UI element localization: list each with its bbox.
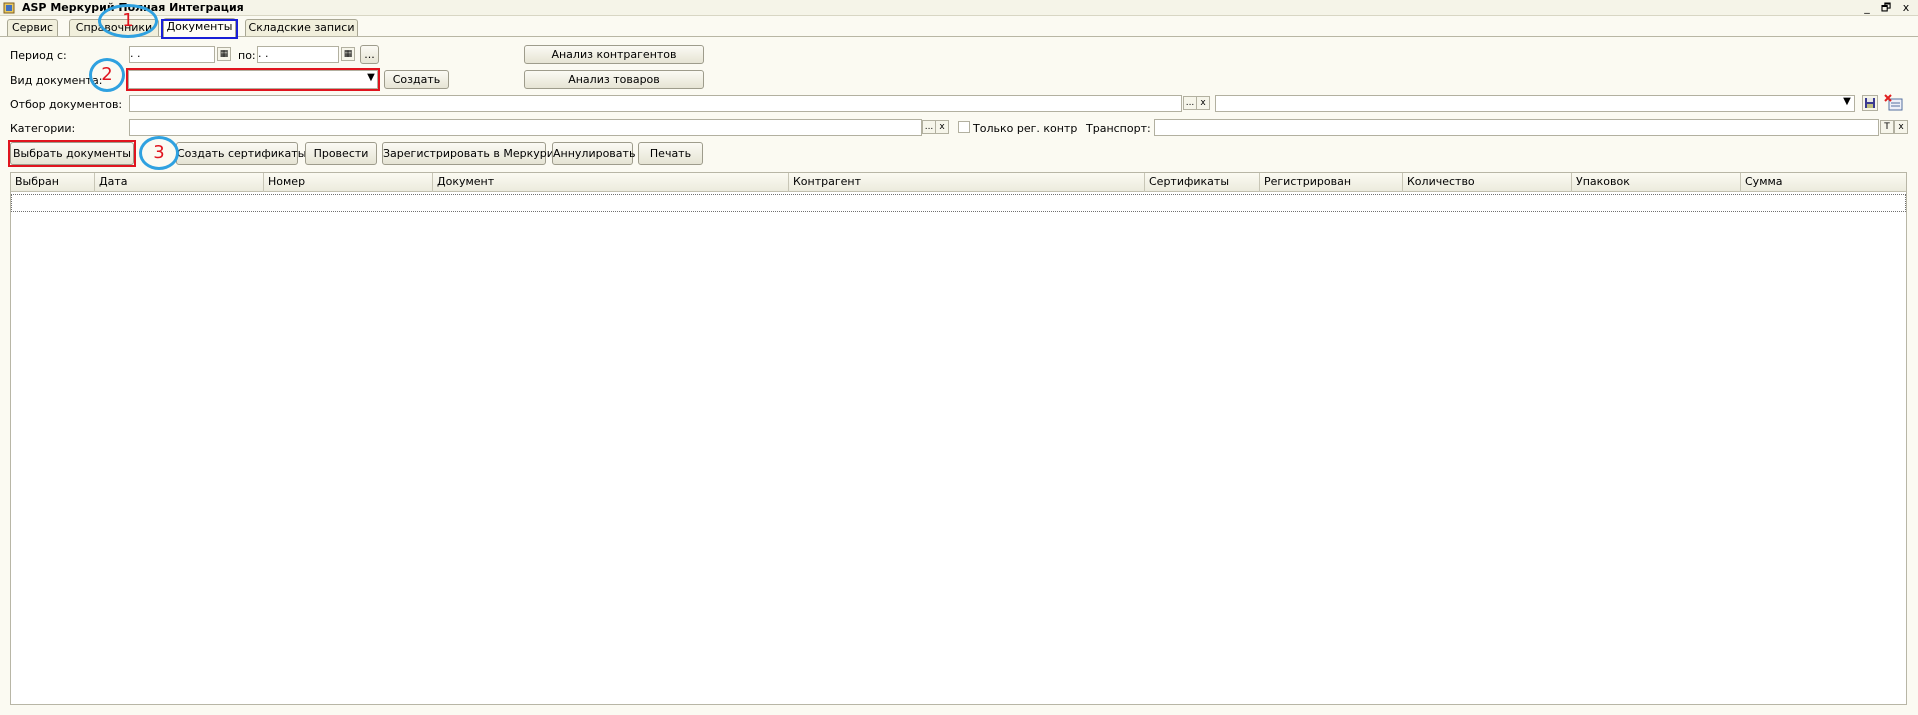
ellipsis-button[interactable]: ... <box>1183 96 1197 110</box>
column-header[interactable]: Контрагент <box>789 173 1145 192</box>
annotation-marker-3: 3 <box>139 136 179 170</box>
title-bar: ASP Меркурий Полная Интеграция _ 🗗 x <box>0 0 1918 16</box>
period-from-label: Период с: <box>10 49 67 62</box>
annotation-marker-1: 1 <box>98 4 158 38</box>
highlight-doc-type <box>126 68 380 91</box>
register-mercury-button[interactable]: Зарегистрировать в Меркурии <box>382 142 561 165</box>
clear-icon[interactable]: x <box>1894 120 1908 134</box>
ellipsis-button[interactable]: ... <box>922 120 936 134</box>
categories-label: Категории: <box>10 122 76 135</box>
tab-warehouse-records[interactable]: Складские записи <box>245 19 358 36</box>
period-to-input[interactable]: . . <box>257 46 339 63</box>
restore-button[interactable]: 🗗 <box>1878 0 1894 16</box>
clear-icon[interactable]: x <box>1196 96 1210 110</box>
period-more-button[interactable]: ... <box>360 45 379 64</box>
close-button[interactable]: x <box>1898 0 1914 16</box>
clear-icon[interactable]: x <box>935 120 949 134</box>
column-header[interactable]: Документ <box>433 173 789 192</box>
column-header[interactable]: Дата <box>95 173 264 192</box>
only-reg-label: Только рег. контр <box>973 122 1078 135</box>
create-certificates-button[interactable]: Создать сертификаты <box>176 142 306 165</box>
column-header[interactable]: Регистрирован <box>1260 173 1403 192</box>
table-header: Выбран Дата Номер Документ Контрагент Се… <box>11 173 1906 192</box>
chevron-down-icon[interactable]: ▼ <box>1840 96 1854 110</box>
cancel-documents-button[interactable]: Аннулировать <box>552 142 635 165</box>
categories-input[interactable] <box>129 119 922 136</box>
analysis-contractors-button[interactable]: Анализ контрагентов <box>524 45 704 64</box>
period-to-label: по: <box>238 49 256 62</box>
highlight-documents-tab <box>161 19 238 39</box>
column-header[interactable]: Выбран <box>11 173 95 192</box>
clear-settings-icon[interactable] <box>1884 94 1904 112</box>
calendar-icon[interactable]: ▦ <box>341 47 355 61</box>
text-mode-button[interactable]: T <box>1880 120 1894 134</box>
column-header[interactable]: Упаковок <box>1572 173 1741 192</box>
create-button[interactable]: Создать <box>384 70 449 89</box>
post-button[interactable]: Провести <box>305 142 377 165</box>
print-button[interactable]: Печать <box>638 142 703 165</box>
app-icon <box>3 2 15 14</box>
table-row[interactable] <box>11 194 1906 212</box>
selection-preset-select[interactable] <box>1215 95 1855 112</box>
column-header[interactable]: Количество <box>1403 173 1572 192</box>
minimize-button[interactable]: _ <box>1859 0 1875 16</box>
transport-input[interactable] <box>1154 119 1879 136</box>
calendar-icon[interactable]: ▦ <box>217 47 231 61</box>
column-header[interactable]: Сумма <box>1741 173 1906 192</box>
only-reg-checkbox[interactable] <box>958 121 970 133</box>
tab-bar: Сервис Справочники Документы Складские з… <box>0 17 1918 37</box>
analysis-goods-button[interactable]: Анализ товаров <box>524 70 704 89</box>
save-icon[interactable] <box>1862 95 1878 111</box>
tab-service[interactable]: Сервис <box>7 19 58 36</box>
documents-table[interactable]: Выбран Дата Номер Документ Контрагент Се… <box>10 172 1907 705</box>
selection-input[interactable] <box>129 95 1182 112</box>
period-from-input[interactable]: . . <box>129 46 215 63</box>
highlight-select-documents <box>8 140 136 167</box>
annotation-marker-2: 2 <box>89 58 125 92</box>
transport-label: Транспорт: <box>1086 122 1151 135</box>
column-header[interactable]: Номер <box>264 173 433 192</box>
column-header[interactable]: Сертификаты <box>1145 173 1260 192</box>
selection-label: Отбор документов: <box>10 98 123 111</box>
